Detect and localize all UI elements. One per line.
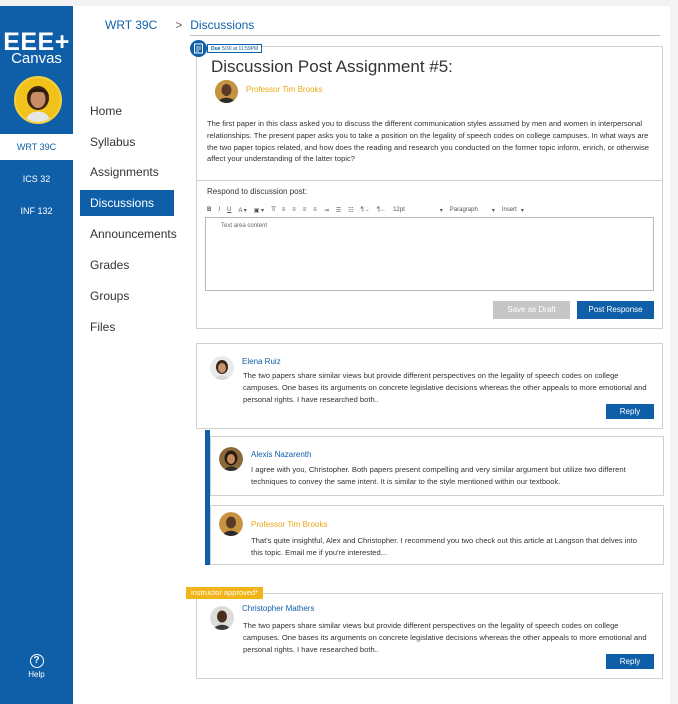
calendar-icon — [190, 40, 207, 57]
clear-format-icon[interactable]: T̸ — [271, 207, 275, 213]
due-date: 5/30 at 11:59PM — [221, 46, 259, 52]
reply-text: The two papers share similar views but p… — [243, 371, 647, 404]
global-nav: EEE+ Canvas WRT 39C ICS 32 INF 132 ? Hel… — [0, 6, 73, 704]
post-response-button[interactable]: Post Response — [577, 301, 654, 319]
help-icon: ? — [29, 654, 44, 668]
insert-chevron-icon[interactable]: ▾ — [521, 207, 524, 214]
indent-icon[interactable]: ⇥ — [324, 207, 329, 214]
course-nav-assignments[interactable]: Assignments — [80, 159, 174, 185]
professor-avatar[interactable] — [215, 80, 238, 103]
bold-icon[interactable]: B — [207, 207, 211, 213]
reply-avatar-image — [219, 512, 243, 536]
paragraph-chevron-icon[interactable]: ▾ — [492, 207, 495, 214]
editor-toolbar: B I U A ▾ ▣ ▾ T̸ ≡ ≡ ≡ ≡ ⇥ ☰ ☷ ¶→ ¶← 12p… — [207, 204, 653, 216]
breadcrumb-course[interactable]: WRT 39C — [105, 18, 157, 32]
breadcrumb-divider — [190, 35, 660, 36]
assignment-author[interactable]: Professor Tim Brooks — [246, 85, 322, 94]
numbered-list-icon[interactable]: ☷ — [348, 207, 353, 214]
breadcrumb-page[interactable]: Discussions — [190, 18, 254, 32]
window-top-border — [0, 0, 678, 6]
reply-author[interactable]: Alexis Nazarenth — [251, 450, 311, 459]
align-center-icon[interactable]: ≡ — [292, 207, 296, 213]
insert-menu[interactable]: Insert — [502, 207, 517, 213]
reply-avatar[interactable] — [210, 606, 234, 630]
course-nav-files[interactable]: Files — [80, 314, 174, 340]
underline-icon[interactable]: U — [227, 207, 231, 213]
assignment-title: Discussion Post Assignment #5: — [211, 57, 453, 76]
reply-text: I agree with you, Christopher. Both pape… — [251, 465, 626, 486]
reply-author[interactable]: Christopher Mathers — [242, 604, 314, 613]
italic-icon[interactable]: I — [218, 207, 220, 213]
card-divider — [196, 180, 663, 181]
reply-button[interactable]: Reply — [606, 654, 654, 669]
respond-label: Respond to discussion post: — [207, 187, 308, 196]
due-label: Due — [211, 46, 221, 52]
course-link-inf132[interactable]: INF 132 — [0, 198, 73, 224]
brand-subtitle: Canvas — [11, 50, 62, 67]
course-link-ics32[interactable]: ICS 32 — [0, 166, 73, 192]
help-label: Help — [28, 670, 45, 679]
course-link-wrt39c[interactable]: WRT 39C — [0, 134, 73, 160]
reply-avatar-image — [210, 356, 234, 380]
save-draft-button[interactable]: Save as Draft — [493, 301, 570, 319]
user-avatar-image — [16, 78, 60, 122]
due-date-badge: Due 5/30 at 11:59PM — [207, 44, 263, 53]
text-color-icon[interactable]: A ▾ — [238, 207, 246, 214]
course-nav-announcements[interactable]: Announcements — [80, 221, 177, 247]
assignment-description: The first paper in this class asked you … — [207, 119, 649, 164]
reply-avatar-image — [219, 447, 243, 471]
help-button[interactable]: ? Help — [0, 654, 73, 679]
reply-avatar[interactable] — [210, 356, 234, 380]
course-nav-discussions[interactable]: Discussions — [80, 190, 174, 216]
ltr-icon[interactable]: ¶→ — [361, 207, 370, 213]
align-justify-icon[interactable]: ≡ — [313, 207, 317, 213]
paragraph-select[interactable]: Paragraph — [450, 207, 478, 213]
rtl-icon[interactable]: ¶← — [377, 207, 386, 213]
bullet-list-icon[interactable]: ☰ — [336, 207, 341, 214]
reply-button[interactable]: Reply — [606, 404, 654, 419]
align-left-icon[interactable]: ≡ — [282, 207, 286, 213]
breadcrumb: WRT 39C > Discussions — [105, 18, 254, 32]
reply-author[interactable]: Professor Tim Brooks — [251, 520, 327, 529]
reply-text: The two papers share similar views but p… — [243, 621, 647, 654]
course-nav-home[interactable]: Home — [80, 98, 174, 124]
reply-text: That's quite insightful, Alex and Christ… — [251, 536, 637, 557]
highlight-icon[interactable]: ▣ ▾ — [254, 207, 264, 214]
reply-author[interactable]: Elena Ruiz — [242, 357, 281, 366]
user-avatar[interactable] — [14, 76, 62, 124]
course-nav-syllabus[interactable]: Syllabus — [80, 129, 174, 155]
align-right-icon[interactable]: ≡ — [303, 207, 307, 213]
reply-avatar[interactable] — [219, 512, 243, 536]
font-size-select[interactable]: 12pt — [393, 207, 405, 213]
instructor-approved-badge: instructor approved* — [186, 587, 264, 599]
course-nav-grades[interactable]: Grades — [80, 252, 174, 278]
font-size-chevron-icon[interactable]: ▾ — [440, 207, 443, 214]
breadcrumb-separator: > — [175, 18, 183, 32]
window-right-border — [670, 0, 678, 704]
course-nav-groups[interactable]: Groups — [80, 283, 174, 309]
response-textarea[interactable]: Text area content — [205, 217, 654, 291]
professor-avatar-image — [215, 80, 238, 103]
reply-avatar-image — [210, 606, 234, 630]
reply-avatar[interactable] — [219, 447, 243, 471]
